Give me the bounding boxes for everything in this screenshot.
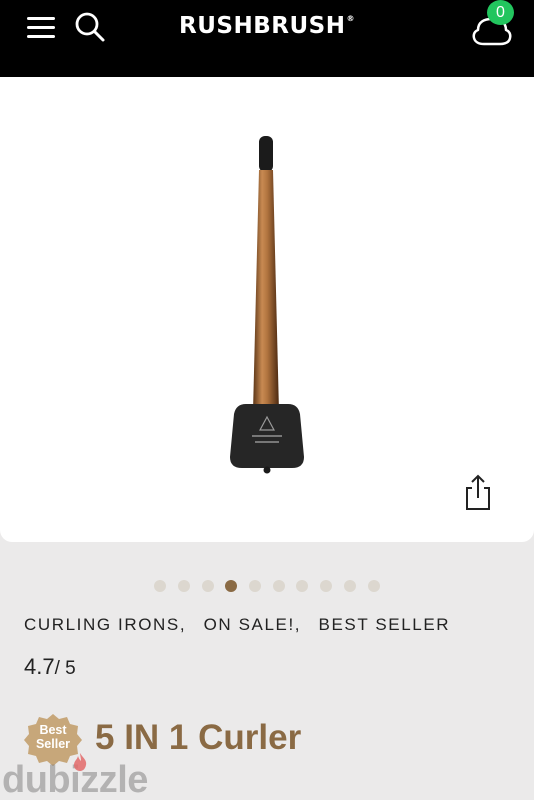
badge-line-2: Seller (35, 737, 71, 751)
carousel-dot[interactable] (273, 580, 285, 592)
rating-value: 4.7 (24, 654, 55, 679)
carousel-dot-active[interactable] (225, 580, 237, 592)
best-seller-badge-text: Best Seller (24, 723, 82, 751)
category-link[interactable]: ON SALE!, (204, 615, 302, 634)
registered-mark: ® (346, 14, 355, 23)
category-link[interactable]: BEST SELLER (319, 615, 451, 634)
carousel-dot[interactable] (202, 580, 214, 592)
carousel-dot[interactable] (178, 580, 190, 592)
share-icon[interactable] (461, 472, 495, 512)
carousel-dot[interactable] (368, 580, 380, 592)
carousel-dot[interactable] (344, 580, 356, 592)
product-image (230, 136, 304, 474)
brand-name: RUSHBRUSH (179, 13, 346, 39)
product-title: 5 IN 1 Curler (95, 718, 302, 757)
brand-logo[interactable]: RUSHBRUSH® (0, 13, 534, 39)
top-navigation-bar: RUSHBRUSH® 0 (0, 0, 534, 77)
carousel-dot[interactable] (320, 580, 332, 592)
carousel-dot[interactable] (154, 580, 166, 592)
cart-count-badge: 0 (487, 0, 514, 25)
rating-scale: / 5 (54, 658, 76, 679)
carousel-dot[interactable] (249, 580, 261, 592)
product-rating: 4.7/ 5 (24, 654, 76, 680)
product-categories: CURLING IRONS, ON SALE!, BEST SELLER (24, 615, 450, 635)
badge-line-1: Best (39, 723, 67, 737)
flame-icon (74, 753, 87, 771)
product-image-gallery[interactable] (0, 77, 534, 542)
carousel-dot[interactable] (296, 580, 308, 592)
category-link[interactable]: CURLING IRONS, (24, 615, 186, 634)
carousel-pagination (0, 580, 534, 592)
